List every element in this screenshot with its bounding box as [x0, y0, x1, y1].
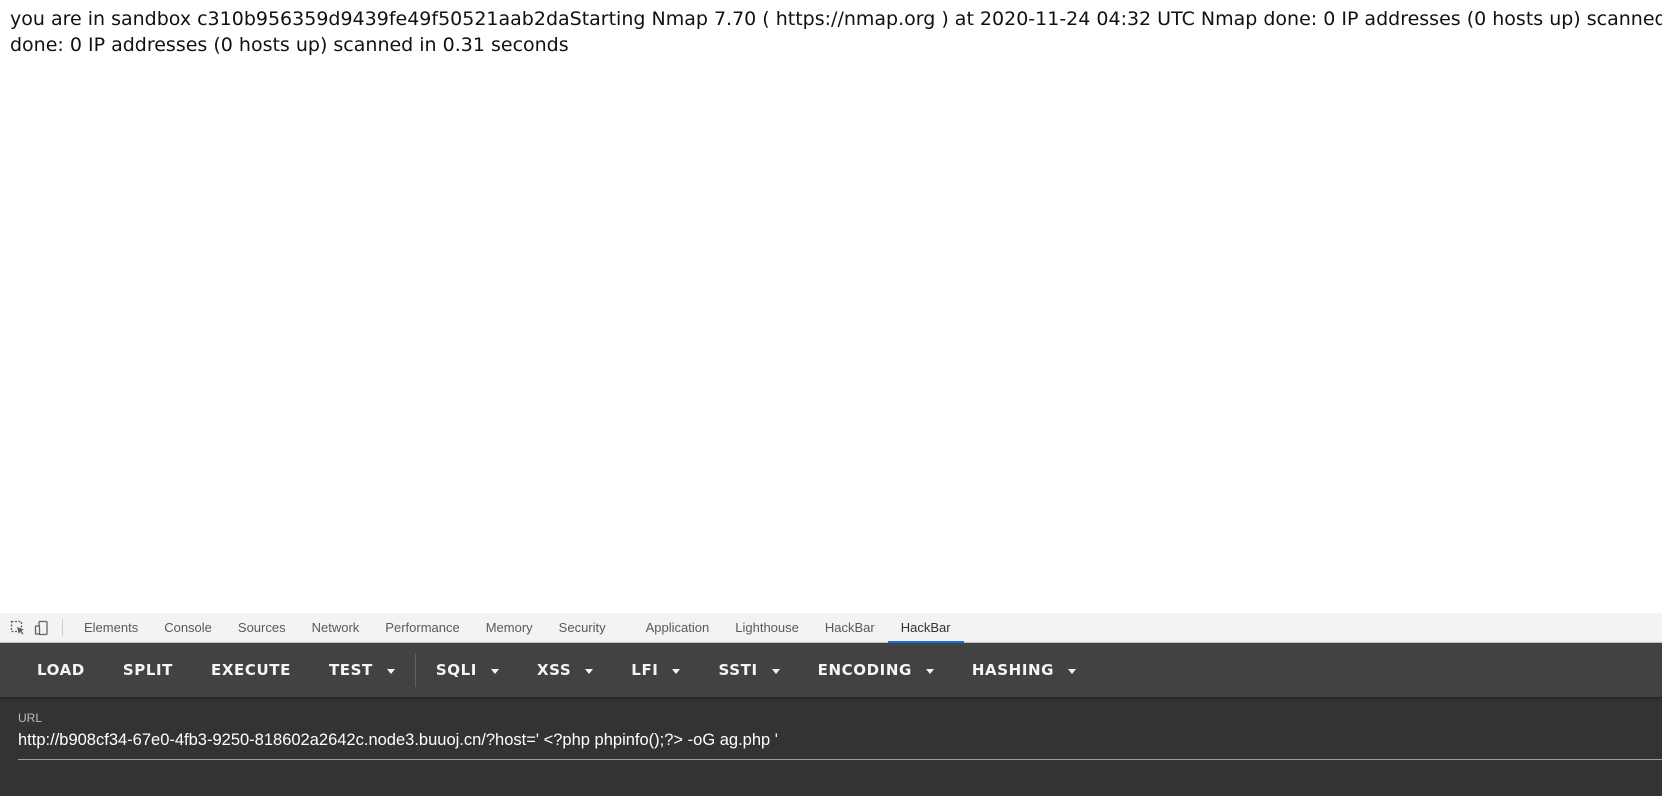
tab-application[interactable]: Application [633, 613, 723, 642]
lfi-menu-label: LFI [631, 661, 659, 679]
tab-lighthouse[interactable]: Lighthouse [722, 613, 812, 642]
caret-down-icon [585, 668, 594, 674]
split-button-label: SPLIT [122, 661, 174, 679]
toolbar-divider [414, 653, 416, 687]
hackbar-body: URL [0, 697, 1662, 796]
tab-sources[interactable]: Sources [225, 613, 299, 642]
browser-page: you are in sandbox c310b956359d9439fe49f… [0, 0, 1662, 796]
hackbar-toolbar: LOAD SPLIT EXECUTE TEST SQLI XSS LFI SST… [0, 643, 1662, 697]
ssti-menu-label: SSTI [718, 661, 758, 679]
caret-down-icon [771, 668, 780, 674]
caret-down-icon [672, 668, 681, 674]
execute-button[interactable]: EXECUTE [192, 643, 310, 697]
ssti-menu-button[interactable]: SSTI [699, 643, 798, 697]
split-button[interactable]: SPLIT [104, 643, 192, 697]
sqli-menu-label: SQLI [435, 661, 477, 679]
devtools-panel: Elements Console Sources Network Perform… [0, 613, 1662, 796]
encoding-menu-button[interactable]: ENCODING [799, 643, 953, 697]
inspect-element-icon[interactable] [6, 613, 30, 642]
caret-down-icon [925, 668, 934, 674]
output-line-2: done: 0 IP addresses (0 hosts up) scanne… [10, 34, 569, 56]
url-field: URL [18, 709, 1662, 760]
hashing-menu-label: HASHING [971, 661, 1055, 679]
load-button[interactable]: LOAD [18, 643, 104, 697]
xss-menu-button[interactable]: XSS [518, 643, 612, 697]
tab-memory[interactable]: Memory [473, 613, 546, 642]
url-label: URL [18, 711, 43, 725]
caret-down-icon [1068, 668, 1077, 674]
execute-button-label: EXECUTE [211, 661, 291, 679]
xss-menu-label: XSS [536, 661, 572, 679]
test-menu-button[interactable]: TEST [310, 643, 414, 697]
tab-hackbar-2[interactable]: HackBar [887, 613, 964, 643]
devtools-tab-bar: Elements Console Sources Network Perform… [0, 613, 1662, 643]
tab-separator [62, 619, 63, 636]
device-toolbar-icon[interactable] [30, 613, 54, 642]
caret-down-icon [386, 668, 395, 674]
tab-console[interactable]: Console [151, 613, 225, 642]
output-line-1: you are in sandbox c310b956359d9439fe49f… [10, 8, 1662, 30]
tab-network[interactable]: Network [299, 613, 373, 642]
lfi-menu-button[interactable]: LFI [612, 643, 699, 697]
tab-security[interactable]: Security [546, 613, 619, 642]
tab-hackbar-1[interactable]: HackBar [812, 613, 888, 642]
hashing-menu-button[interactable]: HASHING [953, 643, 1095, 697]
sqli-menu-button[interactable]: SQLI [417, 643, 518, 697]
test-menu-label: TEST [328, 661, 373, 679]
load-button-label: LOAD [37, 661, 85, 679]
tab-performance[interactable]: Performance [372, 613, 472, 642]
url-input[interactable] [18, 727, 1648, 753]
caret-down-icon [490, 668, 499, 674]
encoding-menu-label: ENCODING [817, 661, 912, 679]
tab-elements[interactable]: Elements [71, 613, 151, 642]
nmap-output: you are in sandbox c310b956359d9439fe49f… [10, 6, 1662, 58]
